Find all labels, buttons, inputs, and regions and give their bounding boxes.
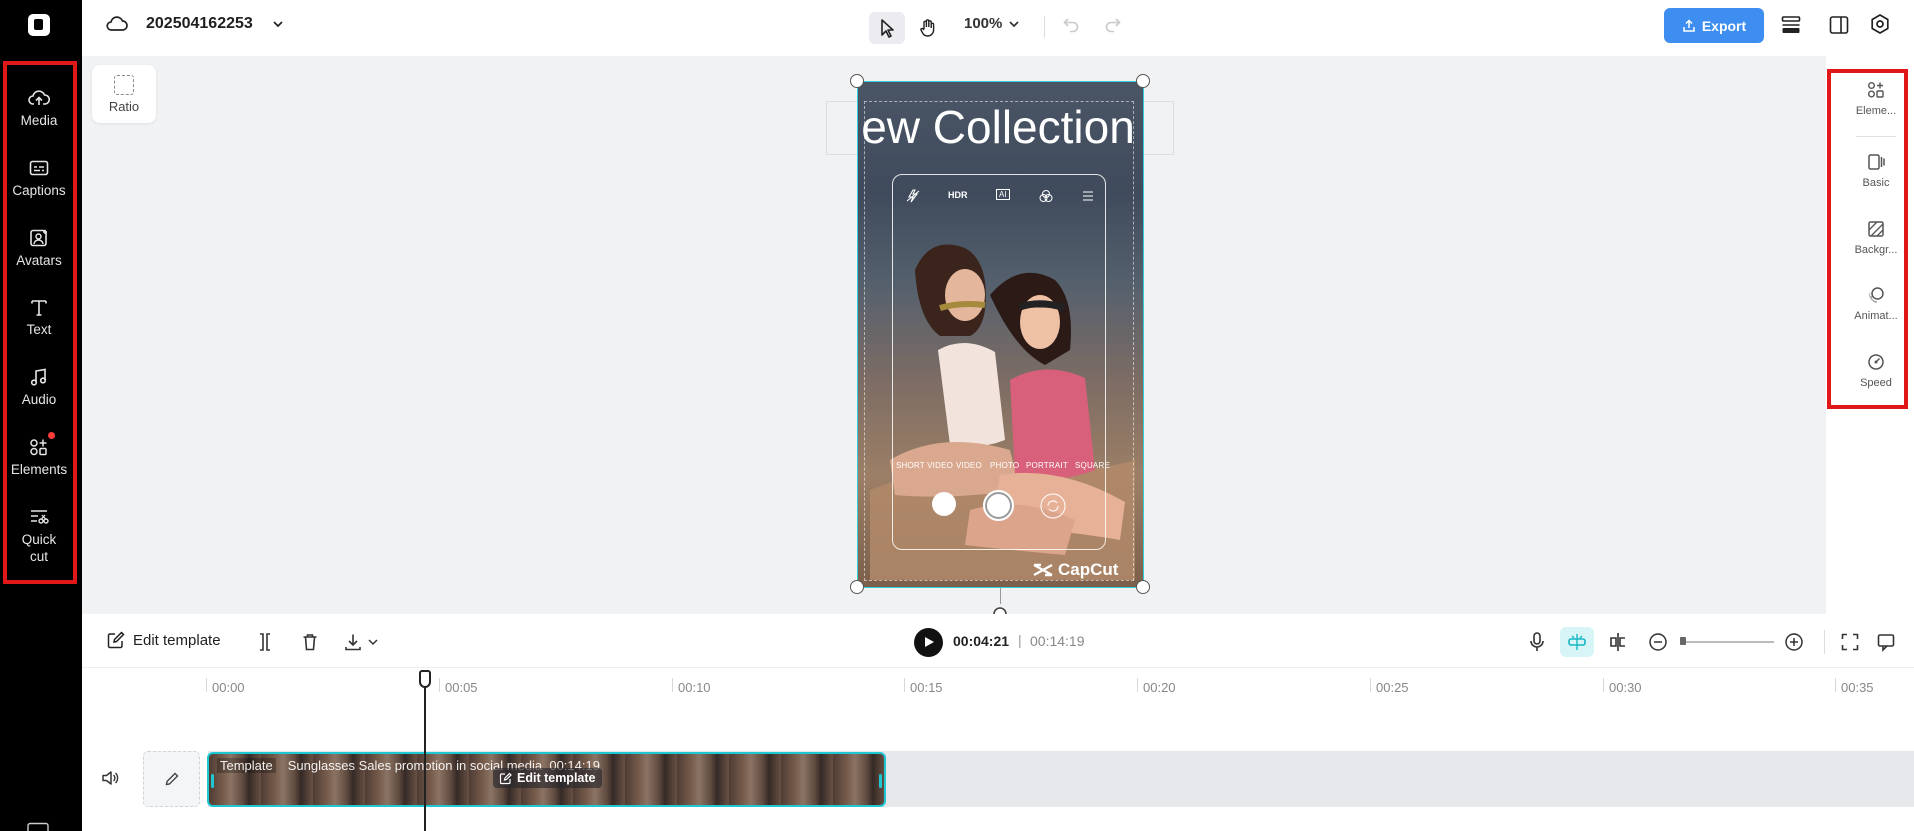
- layers-icon[interactable]: [1780, 14, 1802, 36]
- split-screen-icon[interactable]: [1608, 631, 1628, 653]
- ruler-tick: [1603, 678, 1604, 692]
- upload-icon: [1683, 18, 1695, 32]
- clip-edit-template-button[interactable]: Edit template: [493, 768, 602, 788]
- track-edit-button[interactable]: [143, 751, 200, 807]
- template-clip[interactable]: Template Sunglasses Sales promotion in so…: [207, 752, 886, 807]
- ruler-tick: [672, 678, 673, 692]
- ratio-button[interactable]: Ratio: [92, 65, 156, 123]
- toolbar-divider: [1824, 630, 1825, 654]
- auto-snap-toggle[interactable]: [1560, 627, 1594, 657]
- export-button[interactable]: Export: [1664, 8, 1764, 43]
- current-time: 00:04:21: [953, 633, 1010, 649]
- ruler-tick: [1137, 678, 1138, 692]
- toolbar-divider: [1044, 16, 1045, 38]
- chevron-down-icon[interactable]: [1008, 19, 1020, 29]
- clip-template-tag: Template: [217, 758, 276, 773]
- ruler-label: 00:30: [1609, 680, 1642, 695]
- zoom-out-icon[interactable]: [1648, 632, 1668, 652]
- split-icon[interactable]: [256, 632, 274, 652]
- pencil-icon: [165, 772, 178, 786]
- settings-gear-icon[interactable]: [1869, 13, 1891, 35]
- timeline-zoom-slider[interactable]: [1682, 641, 1774, 643]
- ratio-label: Ratio: [108, 99, 140, 114]
- ruler-label: 00:00: [212, 680, 245, 695]
- download-icon[interactable]: [343, 632, 363, 652]
- project-name[interactable]: 202504162253: [146, 15, 253, 33]
- ruler-tick: [904, 678, 905, 692]
- zoom-value: 100%: [964, 15, 1003, 32]
- selection-outline: [857, 81, 1144, 588]
- delete-icon[interactable]: [301, 632, 319, 652]
- time-separator: |: [1018, 632, 1022, 648]
- edit-icon: [499, 772, 512, 784]
- export-label: Export: [1701, 17, 1747, 34]
- fit-screen-icon[interactable]: [1840, 632, 1860, 652]
- microphone-icon[interactable]: [1527, 631, 1547, 653]
- zoom-slider-knob[interactable]: [1680, 637, 1686, 645]
- aspect-ratio-icon: [114, 75, 134, 95]
- ruler-tick: [1370, 678, 1371, 692]
- ruler-label: 00:35: [1841, 680, 1874, 695]
- chevron-down-icon[interactable]: [367, 637, 379, 647]
- resize-handle-top-left[interactable]: [850, 74, 864, 88]
- resize-handle-bottom-right[interactable]: [1136, 580, 1150, 594]
- clip-trim-handle-left[interactable]: [211, 774, 214, 788]
- comment-icon[interactable]: [1876, 632, 1896, 652]
- zoom-in-icon[interactable]: [1784, 632, 1804, 652]
- magnet-snap-icon: [1568, 634, 1586, 650]
- ruler-tick: [206, 678, 207, 692]
- speaker-icon[interactable]: [100, 768, 120, 788]
- cloud-save-icon[interactable]: [106, 14, 128, 34]
- zoom-dropdown[interactable]: 100%: [964, 15, 1002, 32]
- pointer-icon: [881, 19, 894, 38]
- clip-trim-handle-right[interactable]: [879, 774, 882, 788]
- play-button[interactable]: [914, 628, 943, 657]
- redo-icon[interactable]: [1104, 15, 1122, 33]
- clip-edit-label: Edit template: [517, 771, 596, 785]
- panel-layout-icon[interactable]: [1828, 14, 1850, 36]
- edit-icon: [107, 631, 125, 649]
- ruler-label: 00:05: [445, 680, 478, 695]
- rotate-icon[interactable]: [990, 604, 1010, 614]
- playhead-line[interactable]: [424, 676, 426, 831]
- rotate-handle-stem: [1000, 588, 1001, 604]
- ruler-label: 00:25: [1376, 680, 1409, 695]
- edit-template-button[interactable]: Edit template: [106, 630, 221, 650]
- resize-handle-bottom-left[interactable]: [850, 580, 864, 594]
- undo-icon[interactable]: [1062, 15, 1080, 33]
- edit-template-label: Edit template: [133, 631, 221, 649]
- playhead-handle[interactable]: [419, 670, 431, 688]
- hand-icon: [920, 19, 935, 37]
- ruler-tick: [439, 678, 440, 692]
- ruler-label: 00:15: [910, 680, 943, 695]
- hand-tool-button[interactable]: [910, 12, 946, 44]
- keyboard-icon[interactable]: [26, 822, 50, 831]
- resize-handle-top-right[interactable]: [1136, 74, 1150, 88]
- ruler-label: 00:10: [678, 680, 711, 695]
- capcut-logo[interactable]: [28, 14, 50, 36]
- chevron-down-icon[interactable]: [272, 19, 284, 29]
- select-tool-button[interactable]: [869, 12, 905, 44]
- sidebar-highlight-box: [3, 61, 77, 584]
- ruler-tick: [1835, 678, 1836, 692]
- total-duration: 00:14:19: [1030, 633, 1085, 649]
- panel-highlight-box: [1827, 69, 1908, 409]
- ruler-label: 00:20: [1143, 680, 1176, 695]
